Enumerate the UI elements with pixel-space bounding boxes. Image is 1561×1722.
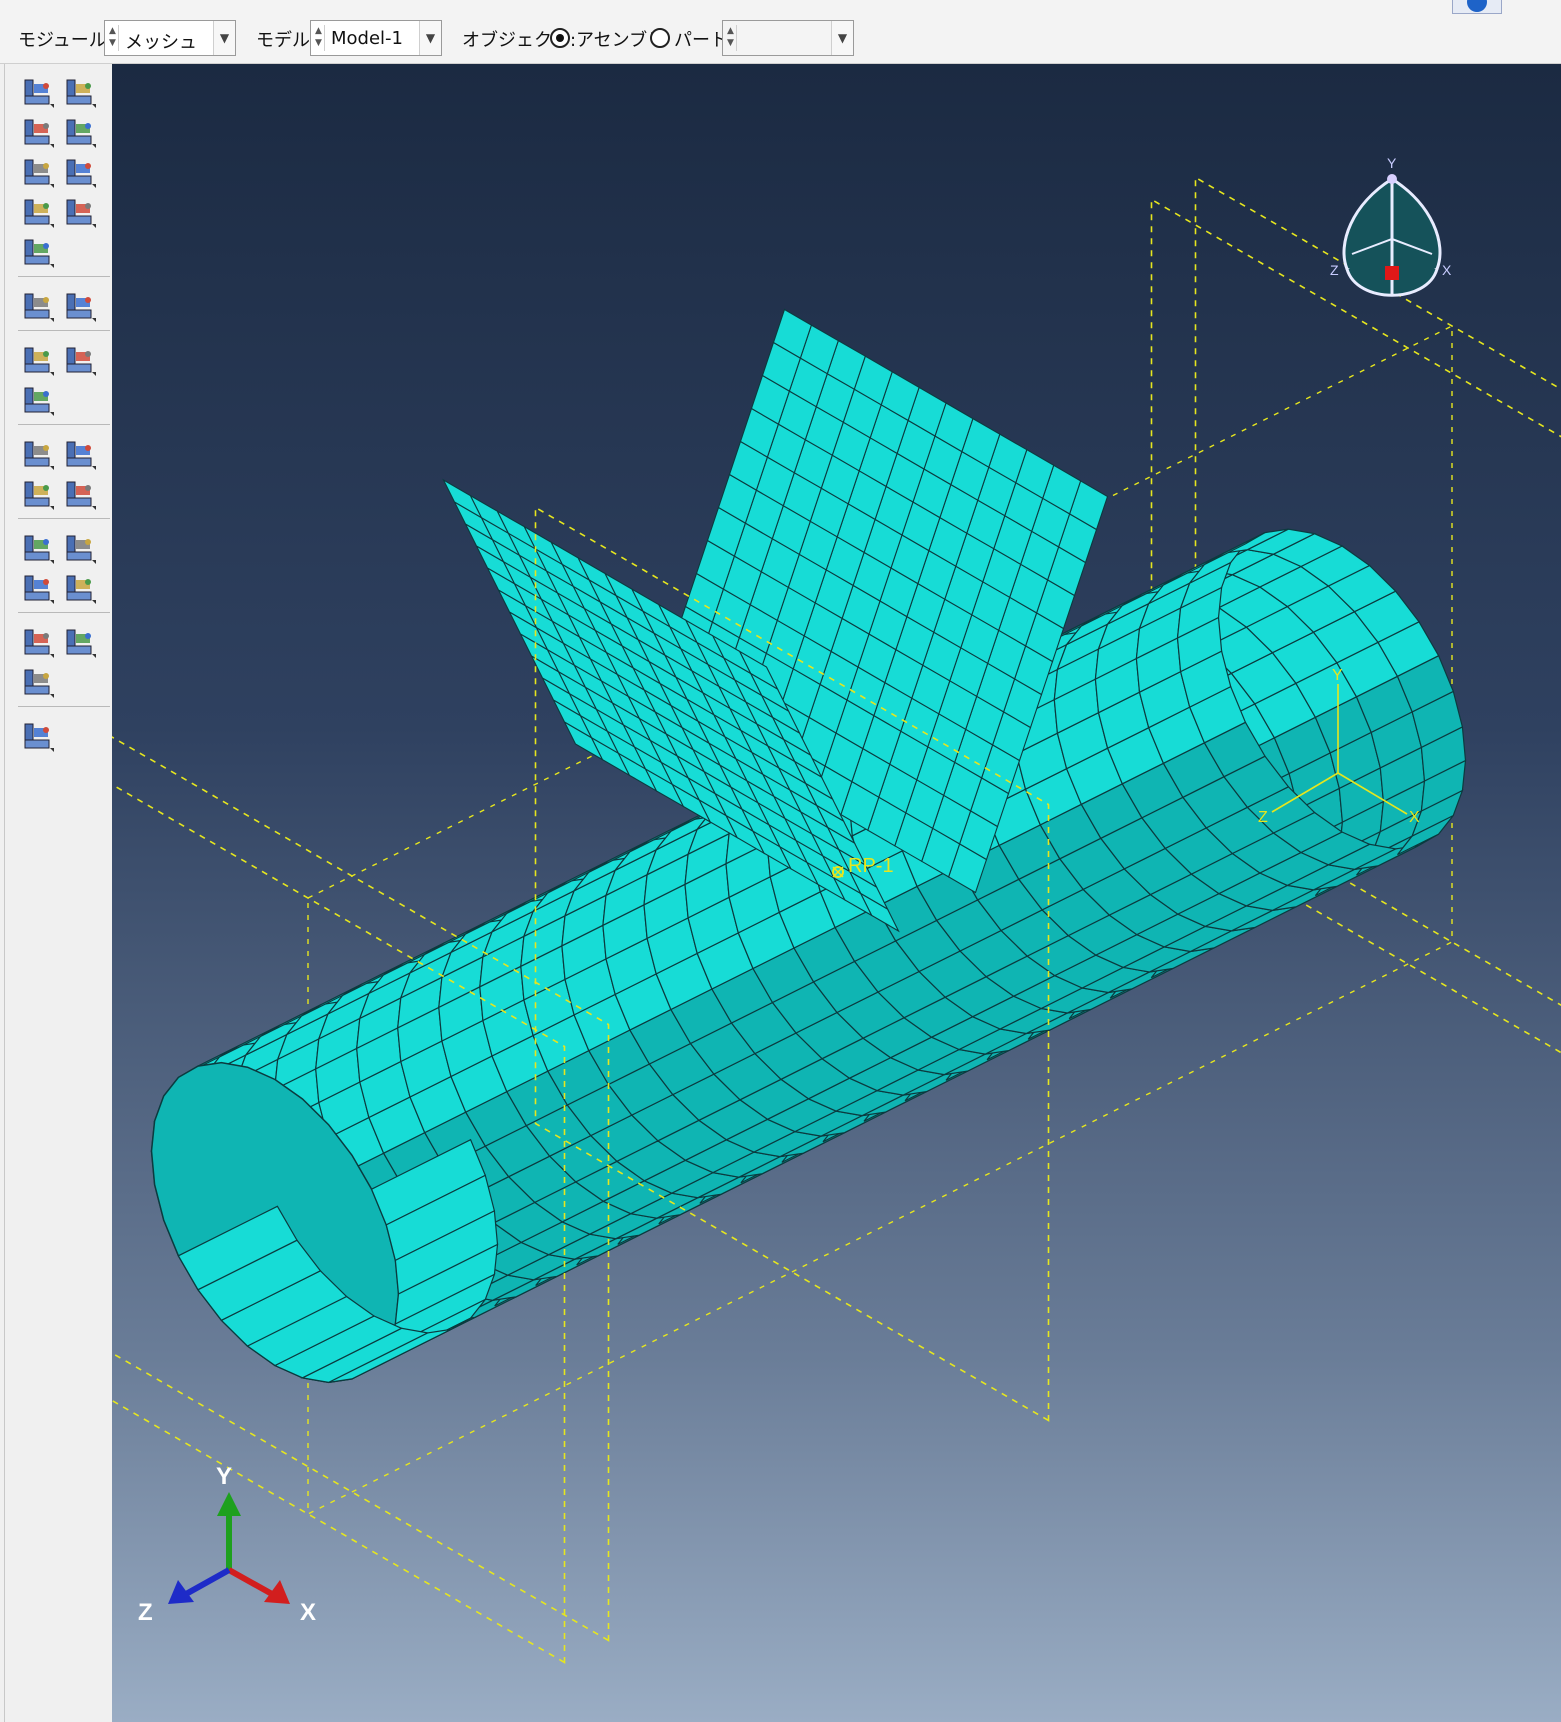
seed-part-instance-icon[interactable]: [20, 74, 56, 110]
chevron-down-icon[interactable]: ▼: [213, 21, 235, 55]
mesh-edit-node-icon[interactable]: [20, 624, 56, 660]
spin-arrows-icon[interactable]: ▲ ▼: [725, 25, 737, 51]
tools-icon[interactable]: [20, 718, 56, 754]
datum-point-icon[interactable]: [20, 530, 56, 566]
model-label: モデル:: [256, 30, 317, 51]
chevron-down-icon[interactable]: ▼: [419, 21, 441, 55]
datum-plane-icon[interactable]: [20, 570, 56, 606]
virtual-topology-icon[interactable]: [20, 476, 56, 512]
model-value: Model-1: [331, 28, 403, 49]
palette-separator: [18, 276, 110, 277]
mesh-toolbox: [0, 64, 112, 1722]
palette-separator: [18, 424, 110, 425]
datum-axis-icon[interactable]: [62, 530, 98, 566]
palette-separator: [18, 706, 110, 707]
mesh-boundary-icon[interactable]: [20, 664, 56, 700]
delete-partition-icon[interactable]: [62, 476, 98, 512]
chevron-down-icon[interactable]: ▼: [831, 21, 853, 55]
mesh-query-icon[interactable]: [20, 288, 56, 324]
module-value: メッシュ: [125, 32, 197, 53]
palette-separator: [18, 612, 110, 613]
local-csys-z-label: Z: [1258, 809, 1268, 826]
spin-arrows-icon[interactable]: ▲ ▼: [313, 25, 325, 51]
create-mesh-part-icon[interactable]: [20, 382, 56, 418]
palette-separator: [18, 330, 110, 331]
mesh-edit-element-icon[interactable]: [62, 624, 98, 660]
partition-cell-icon[interactable]: [62, 154, 98, 190]
rp-label: RP-1: [848, 855, 894, 877]
view-cube-icon[interactable]: [1342, 174, 1442, 297]
assembly-radio[interactable]: [550, 28, 570, 48]
assign-mesh-controls-icon[interactable]: [20, 154, 56, 190]
module-combo[interactable]: ▲ ▼ メッシュ ▼: [104, 20, 236, 56]
help-icon: [1467, 0, 1487, 12]
mesh-part-instance-icon[interactable]: [20, 234, 56, 270]
spin-arrows-icon[interactable]: ▲ ▼: [107, 25, 119, 51]
module-label: モジュール:: [18, 30, 113, 51]
mesh-options-icon[interactable]: [62, 288, 98, 324]
triad-x-label: X: [300, 1599, 316, 1626]
part-radio[interactable]: [650, 28, 670, 48]
assign-element-type-icon[interactable]: [20, 194, 56, 230]
part-combo[interactable]: ▲ ▼ ▼: [722, 20, 854, 56]
partition-face-icon[interactable]: [62, 436, 98, 472]
model-combo[interactable]: ▲ ▼ Model-1 ▼: [310, 20, 442, 56]
edit-mesh-icon[interactable]: [20, 342, 56, 378]
local-csys-y-label: Y: [1332, 667, 1343, 684]
help-button[interactable]: [1452, 0, 1502, 14]
global-triad: [168, 1492, 290, 1604]
view-cube-z-label: Z: [1330, 262, 1339, 278]
seed-edge-bias-icon[interactable]: [62, 114, 98, 150]
viewport[interactable]: RP-1 Y X Z Y X Z Y X Z: [112, 64, 1561, 1722]
mesh-region-icon[interactable]: [62, 342, 98, 378]
verify-mesh-icon[interactable]: [62, 194, 98, 230]
seed-edges-icon[interactable]: [62, 74, 98, 110]
view-cube-y-label: Y: [1387, 155, 1397, 171]
partition-edge-icon[interactable]: [20, 436, 56, 472]
triad-z-label: Z: [138, 1599, 153, 1626]
context-toolbar: モジュール: ▲ ▼ メッシュ ▼ モデル: ▲ ▼ Model-1 ▼ オブジェク…: [0, 0, 1561, 64]
palette-separator: [18, 518, 110, 519]
model-canvas[interactable]: RP-1 Y X Z Y X Z Y X Z: [112, 64, 1561, 1722]
local-csys-x-label: X: [1409, 809, 1420, 826]
datum-csys-icon[interactable]: [62, 570, 98, 606]
triad-y-label: Y: [216, 1463, 232, 1490]
palette-edge: [4, 64, 5, 1722]
seed-part-icon[interactable]: [20, 114, 56, 150]
view-cube-x-label: X: [1442, 262, 1452, 278]
